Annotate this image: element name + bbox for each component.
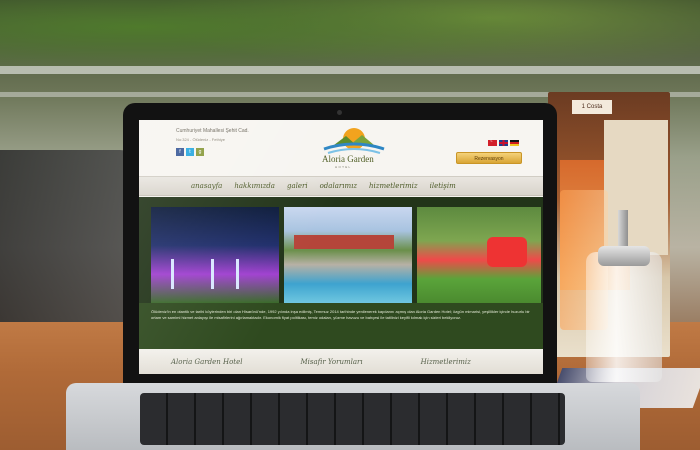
menu-card-panel <box>604 120 668 255</box>
german-flag-icon[interactable] <box>510 140 519 146</box>
address-line-2: No:324 - Ölüdeniz - Fethiye <box>176 137 225 142</box>
sugar-dispenser-spout <box>618 210 628 250</box>
language-switcher <box>488 138 519 146</box>
laptop-keyboard <box>140 393 565 445</box>
description-text: Ölüdeniz'in en otantik ve tarihi köyleri… <box>151 309 530 320</box>
night-garden-photo[interactable] <box>151 207 279 303</box>
nav-item-about[interactable]: hakkımızda <box>234 182 275 190</box>
sugar-dispenser-cap <box>598 246 650 266</box>
background-foliage <box>0 0 700 90</box>
footer-link-hotel[interactable]: Aloria Garden Hotel <box>171 358 242 366</box>
reservation-button[interactable]: Rezervasyon <box>456 152 522 164</box>
pool-hotel-photo[interactable] <box>284 207 412 303</box>
background-chair <box>0 150 140 340</box>
nav-item-services[interactable]: hizmetlerimiz <box>369 182 418 190</box>
fountain-light-2 <box>211 259 214 289</box>
hotel-roof <box>294 235 394 249</box>
facebook-icon[interactable]: f <box>176 148 184 156</box>
nav-item-contact[interactable]: iletişim <box>430 182 456 190</box>
turkish-flag-icon[interactable] <box>488 138 497 146</box>
main-nav: anasayfa hakkımızda galeri odalarımız hi… <box>139 176 543 196</box>
playground-slide <box>487 237 527 267</box>
sugar-dispenser <box>586 252 662 382</box>
menu-card-label: 1 Costa <box>572 100 612 114</box>
webcam <box>337 110 342 115</box>
nav-item-home[interactable]: anasayfa <box>191 182 222 190</box>
fountain-light-3 <box>236 259 239 289</box>
site-header: Cumhuriyet Mahallesi Şehit Cad. No:324 -… <box>139 120 543 176</box>
playground-photo[interactable] <box>417 207 541 303</box>
nav-item-rooms[interactable]: odalarımız <box>320 182 357 190</box>
laptop-screen: Cumhuriyet Mahallesi Şehit Cad. No:324 -… <box>139 120 543 374</box>
logo-title: Aloria Garden <box>322 154 374 164</box>
social-links: f t g <box>176 148 204 156</box>
logo-subtitle: HOTEL <box>335 165 352 169</box>
logo-wave-icon-2 <box>327 148 381 154</box>
english-flag-icon[interactable] <box>499 140 508 146</box>
googleplus-icon[interactable]: g <box>196 148 204 156</box>
background-railing <box>0 66 700 74</box>
fountain-light <box>171 259 174 289</box>
footer-link-reviews[interactable]: Misafir Yorumları <box>300 358 362 366</box>
footer-links: Aloria Garden Hotel Misafir Yorumları Hi… <box>139 349 543 374</box>
footer-link-services[interactable]: Hizmetlerimiz <box>421 358 471 366</box>
photo-gallery <box>139 197 543 303</box>
hotel-description: Ölüdeniz'in en otantik ve tarihi köyleri… <box>139 303 543 349</box>
nav-item-gallery[interactable]: galeri <box>287 182 308 190</box>
address-line-1: Cumhuriyet Mahallesi Şehit Cad. <box>176 128 249 134</box>
twitter-icon[interactable]: t <box>186 148 194 156</box>
